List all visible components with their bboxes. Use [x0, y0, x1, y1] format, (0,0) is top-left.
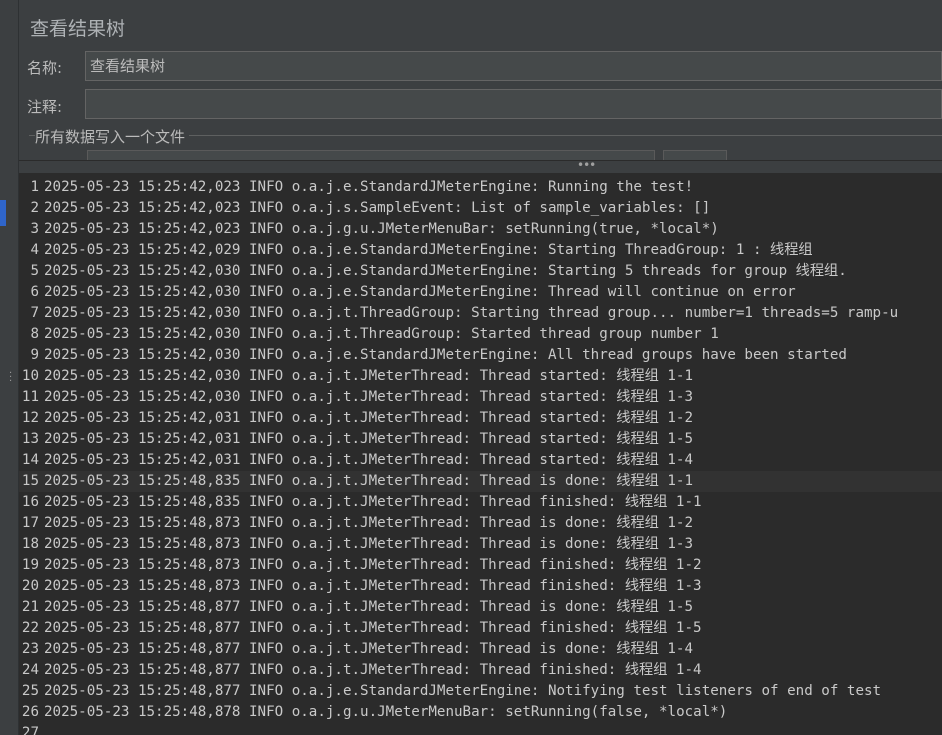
line-number: 6: [30, 284, 39, 300]
line-number: 21: [21, 599, 39, 615]
line-number: 11: [21, 389, 39, 405]
line-number: 4: [30, 242, 39, 258]
line-number: 26: [21, 704, 39, 720]
log-line-text: 2025-05-23 15:25:48,873 INFO o.a.j.t.JMe…: [44, 536, 694, 552]
log-line-text: 2025-05-23 15:25:48,873 INFO o.a.j.t.JMe…: [44, 578, 702, 594]
line-number: 13: [21, 431, 39, 447]
log-line: 8 2025-05-23 15:25:42,030 INFO o.a.j.t.Th…: [19, 324, 942, 345]
line-number: 22: [21, 620, 39, 636]
name-label: 名称:: [27, 59, 63, 77]
line-number: 3: [30, 221, 39, 237]
line-number: 5: [30, 263, 39, 279]
log-line: 24 2025-05-23 15:25:48,877 INFO o.a.j.t.J…: [19, 660, 942, 681]
line-number: 2: [30, 200, 39, 216]
log-line: 25 2025-05-23 15:25:48,877 INFO o.a.j.e.S…: [19, 681, 942, 702]
page-title: 查看结果树: [30, 18, 126, 40]
splitter-grip-icon: •••: [577, 158, 596, 172]
log-line: 21 2025-05-23 15:25:48,877 INFO o.a.j.t.J…: [19, 597, 942, 618]
log-line-text: 2025-05-23 15:25:48,877 INFO o.a.j.e.Sta…: [44, 683, 882, 699]
tree-selection-marker: [0, 200, 6, 226]
log-line: 3 2025-05-23 15:25:42,023 INFO o.a.j.g.u.…: [19, 219, 942, 240]
log-line: 6 2025-05-23 15:25:42,030 INFO o.a.j.e.St…: [19, 282, 942, 303]
log-line-text: 2025-05-23 15:25:42,031 INFO o.a.j.t.JMe…: [44, 410, 694, 426]
log-line: 11 2025-05-23 15:25:42,030 INFO o.a.j.t.J…: [19, 387, 942, 408]
log-line-text: 2025-05-23 15:25:42,023 INFO o.a.j.e.Sta…: [44, 179, 694, 195]
log-line-text: 2025-05-23 15:25:42,030 INFO o.a.j.t.JMe…: [44, 389, 694, 405]
log-line-text: 2025-05-23 15:25:42,031 INFO o.a.j.t.JMe…: [44, 452, 694, 468]
log-line-text: 2025-05-23 15:25:42,023 INFO o.a.j.s.Sam…: [44, 200, 711, 216]
line-number: 18: [21, 536, 39, 552]
comment-field[interactable]: [85, 89, 942, 119]
log-line: 14 2025-05-23 15:25:42,031 INFO o.a.j.t.J…: [19, 450, 942, 471]
log-line: 4 2025-05-23 15:25:42,029 INFO o.a.j.e.St…: [19, 240, 942, 261]
log-line: 9 2025-05-23 15:25:42,030 INFO o.a.j.e.St…: [19, 345, 942, 366]
line-number: 19: [21, 557, 39, 573]
line-number: 23: [21, 641, 39, 657]
line-number: 1: [30, 179, 39, 195]
line-number: 8: [30, 326, 39, 342]
log-line-text: 2025-05-23 15:25:48,835 INFO o.a.j.t.JMe…: [44, 473, 694, 489]
line-number: 25: [21, 683, 39, 699]
line-number: 24: [21, 662, 39, 678]
log-line-text: 2025-05-23 15:25:42,030 INFO o.a.j.e.Sta…: [44, 347, 847, 363]
log-line: 15 2025-05-23 15:25:48,835 INFO o.a.j.t.J…: [19, 471, 942, 492]
log-line: 2 2025-05-23 15:25:42,023 INFO o.a.j.s.Sa…: [19, 198, 942, 219]
line-number: 10: [21, 368, 39, 384]
log-line-text: 2025-05-23 15:25:42,030 INFO o.a.j.t.JMe…: [44, 368, 694, 384]
line-number: 20: [21, 578, 39, 594]
log-line: 12 2025-05-23 15:25:42,031 INFO o.a.j.t.J…: [19, 408, 942, 429]
log-line: 7 2025-05-23 15:25:42,030 INFO o.a.j.t.Th…: [19, 303, 942, 324]
log-line-text: 2025-05-23 15:25:48,877 INFO o.a.j.t.JMe…: [44, 641, 694, 657]
log-line-text: 2025-05-23 15:25:42,030 INFO o.a.j.t.Thr…: [44, 305, 899, 321]
log-line: 18 2025-05-23 15:25:48,873 INFO o.a.j.t.J…: [19, 534, 942, 555]
log-line-text: 2025-05-23 15:25:48,877 INFO o.a.j.t.JMe…: [44, 620, 702, 636]
log-line: 17 2025-05-23 15:25:48,873 INFO o.a.j.t.J…: [19, 513, 942, 534]
drag-handle-icon[interactable]: · · ·: [9, 369, 12, 387]
log-line-text: 2025-05-23 15:25:48,873 INFO o.a.j.t.JMe…: [44, 515, 694, 531]
write-all-group-title: 所有数据写入一个文件: [35, 126, 190, 147]
log-line-text: 2025-05-23 15:25:48,877 INFO o.a.j.t.JMe…: [44, 662, 702, 678]
log-line-text: 2025-05-23 15:25:48,877 INFO o.a.j.t.JMe…: [44, 599, 694, 615]
log-line-text: 2025-05-23 15:25:42,030 INFO o.a.j.t.Thr…: [44, 326, 719, 342]
log-line: 19 2025-05-23 15:25:48,873 INFO o.a.j.t.J…: [19, 555, 942, 576]
log-line-text: 2025-05-23 15:25:42,029 INFO o.a.j.e.Sta…: [44, 242, 813, 258]
left-tree-strip: · · ·: [0, 0, 19, 735]
log-line-text: 2025-05-23 15:25:42,023 INFO o.a.j.g.u.J…: [44, 221, 719, 237]
log-line-text: 2025-05-23 15:25:42,031 INFO o.a.j.t.JMe…: [44, 431, 694, 447]
log-line: 23 2025-05-23 15:25:48,877 INFO o.a.j.t.J…: [19, 639, 942, 660]
log-line: 10 2025-05-23 15:25:42,030 INFO o.a.j.t.J…: [19, 366, 942, 387]
line-number: 14: [21, 452, 39, 468]
log-line-text: 2025-05-23 15:25:42,030 INFO o.a.j.e.Sta…: [44, 284, 796, 300]
log-line: 20 2025-05-23 15:25:48,873 INFO o.a.j.t.J…: [19, 576, 942, 597]
line-number: 16: [21, 494, 39, 510]
log-line: 1 2025-05-23 15:25:42,023 INFO o.a.j.e.St…: [19, 177, 942, 198]
log-line: 16 2025-05-23 15:25:48,835 INFO o.a.j.t.J…: [19, 492, 942, 513]
log-viewer[interactable]: 1 2025-05-23 15:25:42,023 INFO o.a.j.e.St…: [19, 174, 942, 735]
name-field[interactable]: 查看结果树: [85, 51, 942, 81]
line-number: 15: [21, 473, 39, 489]
split-pane-divider[interactable]: •••: [19, 158, 942, 174]
line-number: 12: [21, 410, 39, 426]
line-number: 27: [21, 725, 39, 735]
log-line: 27: [19, 723, 942, 735]
log-line-text: 2025-05-23 15:25:48,835 INFO o.a.j.t.JMe…: [44, 494, 702, 510]
listener-config-panel: 查看结果树 名称: 查看结果树 注释: 所有数据写入一个文件: [19, 0, 942, 163]
line-number: 7: [30, 305, 39, 321]
log-line-text: 2025-05-23 15:25:48,878 INFO o.a.j.g.u.J…: [44, 704, 728, 720]
log-line: 13 2025-05-23 15:25:42,031 INFO o.a.j.t.J…: [19, 429, 942, 450]
log-line: 5 2025-05-23 15:25:42,030 INFO o.a.j.e.St…: [19, 261, 942, 282]
comment-label: 注释:: [27, 98, 63, 116]
log-line-text: 2025-05-23 15:25:48,873 INFO o.a.j.t.JMe…: [44, 557, 702, 573]
log-line: 22 2025-05-23 15:25:48,877 INFO o.a.j.t.J…: [19, 618, 942, 639]
line-number: 17: [21, 515, 39, 531]
log-line-text: 2025-05-23 15:25:42,030 INFO o.a.j.e.Sta…: [44, 263, 847, 279]
log-line: 26 2025-05-23 15:25:48,878 INFO o.a.j.g.u…: [19, 702, 942, 723]
line-number: 9: [30, 347, 39, 363]
